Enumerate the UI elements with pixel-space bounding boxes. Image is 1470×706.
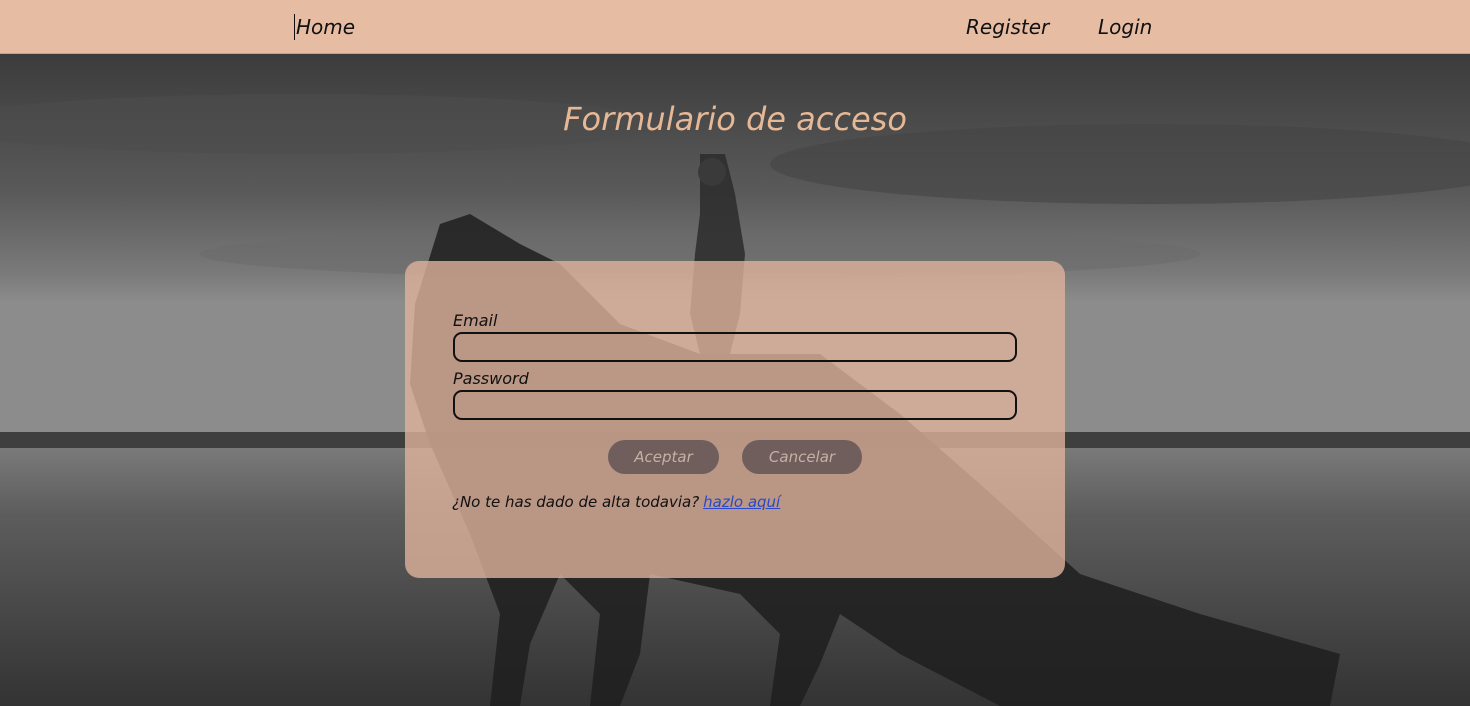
page-title: Formulario de acceso bbox=[563, 100, 907, 138]
email-label: Email bbox=[453, 311, 498, 330]
nav-register-link[interactable]: Register bbox=[966, 14, 1049, 40]
accept-button[interactable]: Aceptar bbox=[608, 440, 719, 474]
login-form-card: Email Password Aceptar Cancelar ¿No te h… bbox=[405, 261, 1065, 578]
password-label: Password bbox=[453, 369, 529, 388]
nav-login-link[interactable]: Login bbox=[1098, 14, 1152, 40]
cancel-button[interactable]: Cancelar bbox=[742, 440, 862, 474]
signup-link[interactable]: hazlo aquí bbox=[703, 493, 780, 511]
email-input[interactable] bbox=[453, 332, 1017, 362]
nav-home-link[interactable]: Home bbox=[294, 14, 355, 40]
top-navbar: Home Register Login bbox=[0, 0, 1470, 54]
signup-prompt-text: ¿No te has dado de alta todavia? bbox=[452, 493, 700, 511]
password-input[interactable] bbox=[453, 390, 1017, 420]
signup-prompt: ¿No te has dado de alta todavia? hazlo aq… bbox=[452, 492, 780, 512]
